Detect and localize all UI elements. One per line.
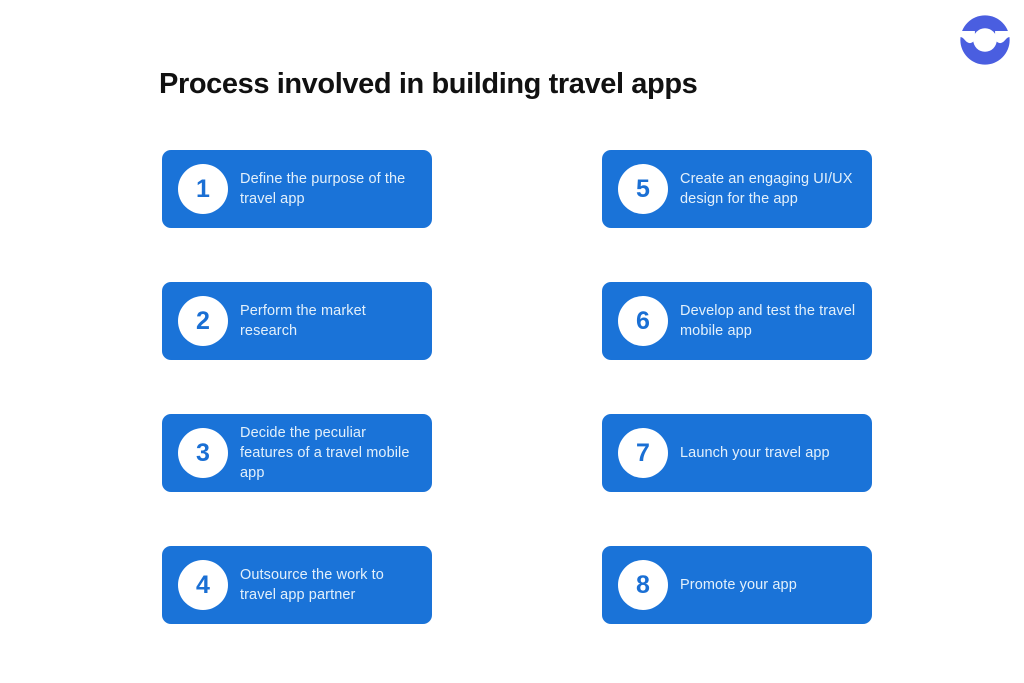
step-card-8[interactable]: 8 Promote your app [602, 546, 872, 624]
brand-logo [957, 12, 1013, 68]
step-number-badge: 4 [178, 560, 228, 610]
steps-grid: 1 Define the purpose of the travel app 5… [162, 150, 872, 624]
step-number-badge: 2 [178, 296, 228, 346]
step-number-badge: 8 [618, 560, 668, 610]
step-card-6[interactable]: 6 Develop and test the travel mobile app [602, 282, 872, 360]
step-label: Define the purpose of the travel app [240, 171, 406, 207]
step-card-1[interactable]: 1 Define the purpose of the travel app [162, 150, 432, 228]
brand-logo-icon [960, 15, 1010, 65]
step-card-7[interactable]: 7 Launch your travel app [602, 414, 872, 492]
step-label: Perform the market research [240, 303, 366, 339]
step-card-4[interactable]: 4 Outsource the work to travel app partn… [162, 546, 432, 624]
step-label: Outsource the work to travel app partner [240, 567, 384, 603]
step-number-badge: 7 [618, 428, 668, 478]
step-label: Promote your app [680, 577, 797, 593]
step-label: Launch your travel app [680, 445, 830, 461]
step-card-2[interactable]: 2 Perform the market research [162, 282, 432, 360]
page-title: Process involved in building travel apps [159, 68, 698, 100]
step-number-badge: 1 [178, 164, 228, 214]
step-label: Develop and test the travel mobile app [680, 303, 856, 339]
step-number-badge: 5 [618, 164, 668, 214]
step-label: Decide the peculiar features of a travel… [240, 425, 410, 481]
step-card-5[interactable]: 5 Create an engaging UI/UX design for th… [602, 150, 872, 228]
step-number-badge: 6 [618, 296, 668, 346]
step-label: Create an engaging UI/UX design for the … [680, 171, 853, 207]
step-number-badge: 3 [178, 428, 228, 478]
step-card-3[interactable]: 3 Decide the peculiar features of a trav… [162, 414, 432, 492]
